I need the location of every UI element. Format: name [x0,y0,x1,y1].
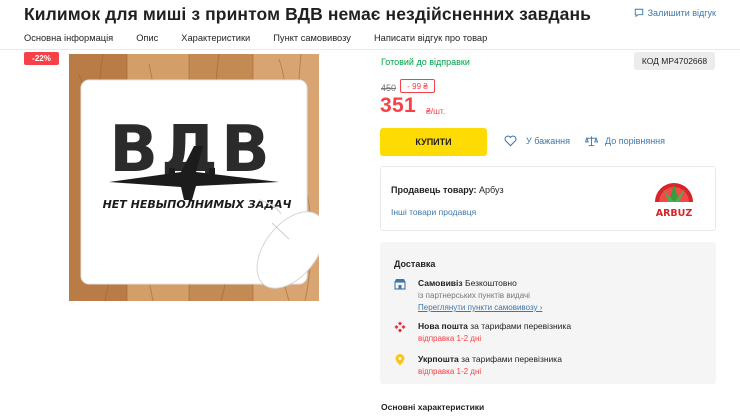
seller-label: Продавець товару: [391,185,477,195]
pickup-points-link[interactable]: Переглянути пункти самовивозу › [418,303,542,312]
product-title: Килимок для миші з принтом ВДВ немає нез… [24,4,592,24]
tab-description[interactable]: Опис [136,33,158,43]
tabs-divider [0,49,740,50]
ukrposhta-tariff: за тарифами перевізника [461,354,562,364]
product-image[interactable]: ВДВ НЕТ НЕВЫПОЛНИМЫХ ЗАДАЧ [69,54,319,301]
nova-poshta-tariff: за тарифами перевізника [470,321,572,331]
image-slogan: НЕТ НЕВЫПОЛНИМЫХ ЗАДАЧ [103,198,292,211]
nova-poshta-shipping: відправка 1-2 дні [418,334,482,343]
current-price: 351 [380,94,416,117]
seller-logo[interactable]: ARBUZ [649,175,699,223]
product-tabs: Основна інформація Опис Характеристики П… [24,33,510,43]
leave-review-label: Залишити відгук [647,8,716,18]
discount-amount: - 99 ₴ [400,79,435,93]
compare-label: До порівняння [605,136,666,146]
compare-button[interactable]: До порівняння [585,135,665,147]
store-icon [394,279,406,290]
old-price: 450 [381,83,397,93]
nova-poshta-title: Нова пошта [418,321,468,331]
scales-icon [585,136,598,147]
seller-card: Продавець товару: Арбуз Інші товари прод… [380,166,716,231]
seller-logo-text: ARBUZ [656,208,693,219]
pickup-price: Безкоштовно [464,278,517,288]
delivery-title: Доставка [394,259,436,269]
wishlist-label: У бажання [526,136,571,146]
wishlist-button[interactable]: У бажання [504,135,570,147]
product-code: КОД МР4702668 [634,52,715,70]
tab-pickup-point[interactable]: Пункт самовивозу [273,33,351,43]
pickup-title: Самовивіз [418,278,463,288]
ukrposhta-title: Укрпошта [418,354,459,364]
tab-main-info[interactable]: Основна інформація [24,33,113,43]
characteristics-heading: Основні характеристики [381,402,485,412]
heart-icon [504,135,517,147]
price-unit: ₴/шт. [426,106,446,116]
availability-status: Готовий до відправки [381,57,470,67]
pickup-title-line: Самовивіз Безкоштовно [418,278,517,288]
seller-other-goods-link[interactable]: Інші товари продавця [391,207,476,217]
nova-poshta-icon [394,321,406,333]
discount-badge: -22% [24,52,59,65]
leave-review-link[interactable]: Залишити відгук [634,8,716,18]
ukrposhta-title-line: Укрпошта за тарифами перевізника [418,354,562,364]
comment-icon [634,8,643,18]
seller-info: Продавець товару: Арбуз [391,185,504,195]
seller-name: Арбуз [479,185,504,195]
nova-poshta-title-line: Нова пошта за тарифами перевізника [418,321,571,331]
tab-characteristics[interactable]: Характеристики [181,33,250,43]
pickup-subtitle: із партнерських пунктів видачі [418,291,530,300]
ukrposhta-icon [395,354,405,366]
ukrposhta-shipping: відправка 1-2 дні [418,367,482,376]
delivery-block: Доставка Самовивіз Безкоштовно із партне… [380,242,716,384]
tab-write-review[interactable]: Написати відгук про товар [374,33,487,43]
buy-button[interactable]: КУПИТИ [380,128,487,156]
